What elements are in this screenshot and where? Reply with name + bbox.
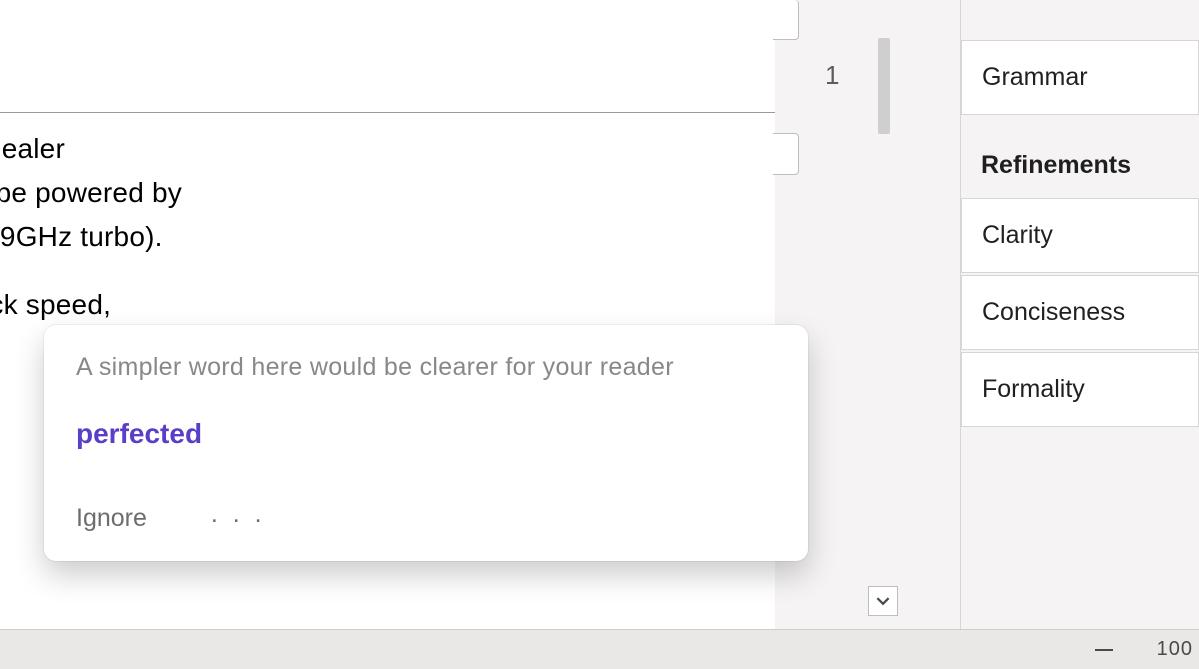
page-edge-tab [773,133,799,175]
editor-pane: Grammar Refinements Clarity Conciseness … [960,0,1199,669]
editor-suggestion-popup: A simpler word here would be clearer for… [44,325,808,561]
body-text: e Surface Book 3 will be powered by [0,177,182,208]
body-text: e uncovered several dealer [0,133,65,164]
refinements-heading: Refinements [961,117,1199,198]
scrollbar-thumb[interactable] [878,38,890,134]
editor-category-conciseness[interactable]: Conciseness [961,275,1199,350]
scroll-down-button[interactable] [868,586,898,616]
zoom-level: 100 [1157,638,1193,661]
editor-category-grammar[interactable]: Grammar [961,40,1199,115]
body-text: for clock speed, [0,289,111,320]
body-text: (1.8GHz, 4.9GHz turbo). [0,221,163,252]
editor-category-clarity[interactable]: Clarity [961,198,1199,273]
suggestion-message: A simpler word here would be clearer for… [76,353,776,382]
page-number: 1 [825,60,839,91]
page-edge-tab [773,0,799,40]
editor-category-formality[interactable]: Formality [961,352,1199,427]
status-bar: 100 [0,629,1199,669]
chevron-down-icon [876,594,890,608]
ignore-button[interactable]: Ignore [76,504,147,533]
page-divider [0,112,775,113]
zoom-out-button[interactable] [1095,649,1113,651]
more-options-button[interactable]: . . . [211,500,266,529]
suggestion-option[interactable]: perfected [76,418,776,450]
